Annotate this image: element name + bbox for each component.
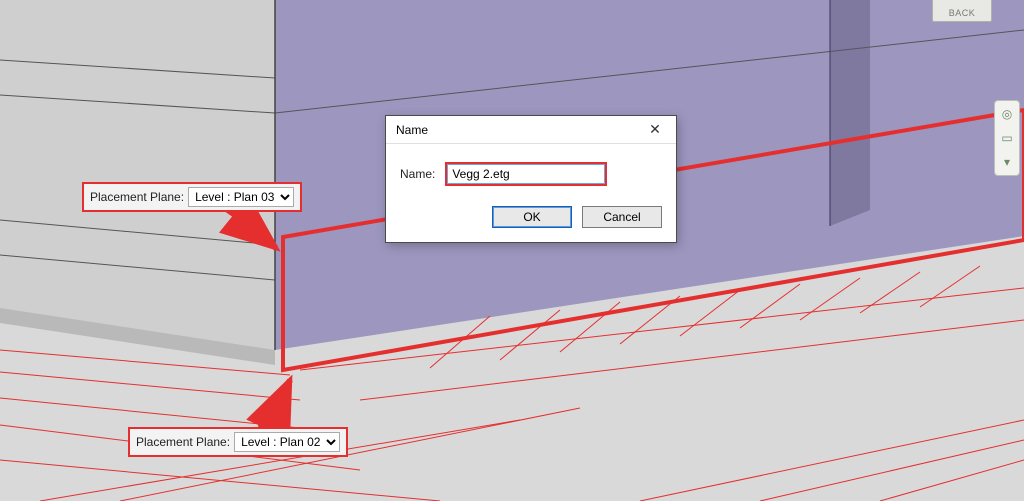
placement-plane-callout-bottom: Placement Plane: Level : Plan 02 [128,427,348,457]
dialog-titlebar[interactable]: Name ✕ [386,116,676,144]
cancel-button[interactable]: Cancel [582,206,662,228]
dialog-buttons: OK Cancel [386,196,676,242]
scene-svg [0,0,1024,501]
name-field-label: Name: [400,167,435,181]
placement-plane-callout-top: Placement Plane: Level : Plan 03 [82,182,302,212]
placement-plane-select-bottom[interactable]: Level : Plan 02 [234,432,340,452]
name-input[interactable] [447,164,605,184]
expand-tools-icon[interactable]: ▾ [998,153,1016,171]
close-icon[interactable]: ✕ [638,118,672,142]
dialog-title: Name [396,123,638,137]
dialog-body: Name: [386,144,676,196]
name-field-highlight [445,162,607,186]
viewport-3d[interactable] [0,0,1024,501]
name-dialog: Name ✕ Name: OK Cancel [385,115,677,243]
placement-plane-label-top: Placement Plane: [90,190,184,204]
steering-wheel-icon[interactable]: ◎ [998,105,1016,123]
view-cube[interactable]: BACK [932,0,992,22]
side-toolbar: ◎ ▭ ▾ [994,100,1020,176]
placement-plane-select-top[interactable]: Level : Plan 03 [188,187,294,207]
tool-icon[interactable]: ▭ [998,129,1016,147]
view-cube-back-label: BACK [949,8,976,18]
placement-plane-label-bottom: Placement Plane: [136,435,230,449]
ok-button[interactable]: OK [492,206,572,228]
